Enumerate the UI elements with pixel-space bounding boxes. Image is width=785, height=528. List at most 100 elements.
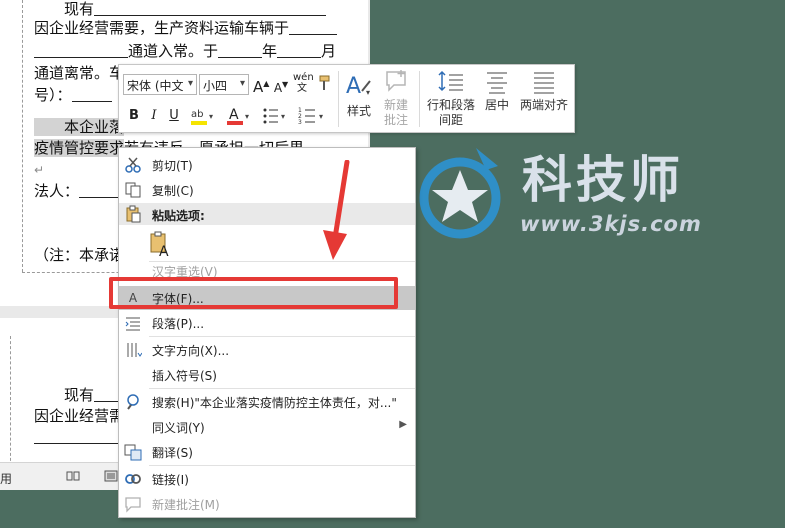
doc-line[interactable]: 号）： [34,86,112,104]
text-direction-icon [127,343,142,357]
new-comment-toolbar-button[interactable]: 新建 批注 [379,69,413,128]
new-comment-icon [386,70,406,92]
menu-item-label: 搜索(H)"本企业落实疫情防控主体责任，对..." [152,396,397,410]
svg-text:3: 3 [298,119,302,126]
translate-icon [124,444,142,461]
scissors-icon [125,157,141,173]
menu-item-translate[interactable]: 翻译(S) [119,440,415,464]
svg-text:▾: ▾ [281,112,285,121]
font-name-combo[interactable]: 宋体 (中文 ▾ [123,74,197,95]
menu-item-cut[interactable]: 剪切(T) [119,153,415,177]
watermark-logo-icon [419,148,501,239]
new-comment-label-line1: 新建 [383,98,408,112]
paragraph-icon [125,317,140,331]
page-margin-guide [22,0,23,272]
chevron-down-icon: ▾ [187,78,193,89]
paste-keep-text-only-icon[interactable]: A [147,230,175,258]
svg-text:A: A [346,74,361,99]
menu-item-insert-symbol[interactable]: 插入符号(S) [119,363,415,387]
menu-item-text-direction[interactable]: 文字方向(X)... [119,338,415,362]
svg-text:▾: ▾ [209,112,213,121]
svg-text:A: A [159,244,169,258]
chevron-down-icon: ▾ [239,78,245,89]
link-icon [125,474,141,484]
font-size-combo[interactable]: 小四 ▾ [199,74,249,95]
read-mode-icon[interactable] [66,470,80,482]
menu-item-new-comment[interactable]: 新建批注(M) [119,492,415,516]
menu-separator [149,465,415,466]
styles-button[interactable]: A ▾ 样式 [343,69,375,119]
doc-line[interactable]: 法人： [34,182,120,200]
svg-text:▾: ▾ [319,112,323,121]
submenu-arrow-icon: ▶ [399,419,407,430]
menu-separator [149,388,415,389]
copy-icon [125,182,141,198]
menu-item-label: 段落(P)... [152,317,205,331]
menu-item-label: 新建批注(M) [152,498,220,512]
underline-button[interactable]: U [167,106,181,126]
justify-button[interactable]: 两端对齐 [515,69,573,113]
bullets-icon[interactable]: ▾ [261,105,289,127]
svg-text:ab: ab [191,109,203,120]
toolbar-separator [419,71,420,127]
bottom-background [0,490,118,528]
align-center-label: 居中 [484,98,509,112]
menu-item-link[interactable]: 链接(I) [119,467,415,491]
status-text: 用 [0,472,13,486]
menu-item-label: 文字方向(X)... [152,344,230,358]
doc-line[interactable]: （注：本承诺 [34,246,124,264]
phonetic-guide-icon: wén [293,72,314,83]
doc-line-selected[interactable]: 本企业落 [34,118,125,136]
search-icon [127,394,139,410]
watermark-title: 科技师 [522,151,684,209]
font-color-icon[interactable]: A ▾ [225,105,253,127]
doc-line[interactable]: 因企业经营需 [34,407,124,425]
numbering-icon[interactable]: 123▾ [297,105,327,127]
italic-button[interactable]: I [147,106,161,126]
font-size-value: 小四 [203,79,228,93]
line-spacing-label-line1: 行和段落 [426,98,475,112]
doc-line[interactable]: 因企业经营需要，生产资料运输车辆于 [34,19,338,37]
line-spacing-label-line2: 间距 [438,113,463,127]
doc-line[interactable]: 现有 [64,0,327,18]
font-name-value: 宋体 (中文 [127,79,184,93]
line-spacing-button[interactable]: 行和段落 间距 [423,69,479,128]
justify-icon [534,72,554,94]
print-layout-icon[interactable] [104,470,118,482]
clipboard-icon [126,205,141,223]
shrink-font-icon: A [273,81,283,95]
line-spacing-icon [438,70,463,92]
svg-text:A: A [229,107,239,123]
align-center-icon [487,72,507,94]
watermark-url: www.3kjs.com [520,212,702,236]
highlight-color-icon[interactable]: ab ▾ [189,105,217,127]
menu-item-search[interactable]: 搜索(H)"本企业落实疫情防控主体责任，对..." [119,390,415,414]
styles-icon: A ▾ [346,74,371,99]
menu-item-label: 复制(C) [152,184,194,198]
menu-separator [149,336,415,337]
doc-line[interactable]: 通道离常。车 [34,64,124,82]
phonetic-guide-button[interactable]: wén 文 [293,72,314,94]
menu-item-label: 链接(I) [152,473,189,487]
new-comment-label-line2: 批注 [383,113,408,127]
doc-line[interactable] [34,428,118,446]
menu-item-synonyms[interactable]: 同义词(Y) ▶ [119,415,415,439]
bold-button[interactable]: B [127,106,141,126]
svg-text:▾: ▾ [366,88,370,97]
menu-item-label: 翻译(S) [152,446,193,460]
justify-label: 两端对齐 [519,98,568,112]
menu-item-label: 剪切(T) [152,159,193,173]
status-bar: 用 [0,462,118,490]
paragraph-mark-icon: ↵ [34,163,45,177]
shrink-font-button[interactable]: A▼ [273,75,289,98]
grow-font-button[interactable]: A▲ [253,74,269,97]
align-center-button[interactable]: 居中 [481,69,513,113]
floating-mini-toolbar: 宋体 (中文 ▾ 小四 ▾ A▲ A▼ wén 文 B I U ab ▾ A ▾ ▾ 12… [118,64,575,133]
paste-options-header: 粘贴选项: [119,203,415,225]
toolbar-separator [338,71,339,127]
doc-line[interactable]: 通道入常。于年月 [34,42,336,60]
menu-item-copy[interactable]: 复制(C) [119,178,415,202]
format-painter-icon[interactable] [317,74,333,92]
menu-item-label: 同义词(Y) [152,421,205,435]
menu-item-paragraph[interactable]: 段落(P)... [119,311,415,335]
